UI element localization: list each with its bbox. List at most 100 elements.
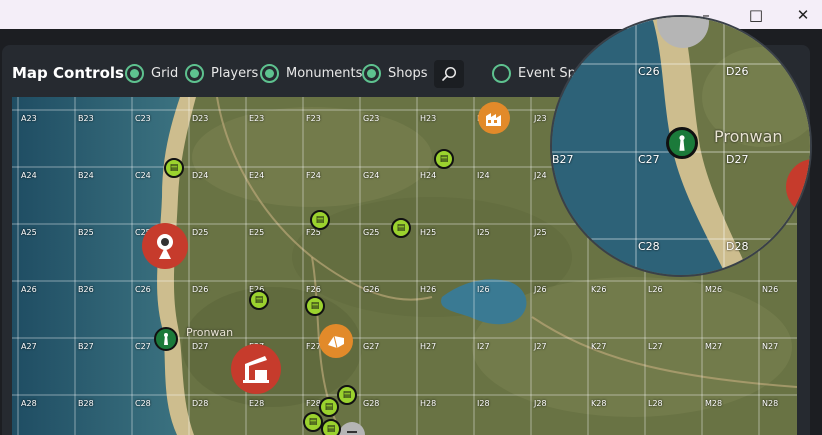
shop-marker[interactable]: ▤ xyxy=(391,218,411,238)
grid-cell-label: A25 xyxy=(21,228,37,237)
grid-cell-label: J26 xyxy=(534,285,547,294)
lighthouse-icon xyxy=(164,333,168,345)
shops-radio[interactable] xyxy=(362,63,381,83)
grid-label: Grid xyxy=(151,65,179,81)
grid-cell-label: G28 xyxy=(363,399,380,408)
grid-cell-label: E25 xyxy=(249,228,265,237)
grid-cell-label: F23 xyxy=(306,114,321,123)
grid-cell-label: E23 xyxy=(249,114,265,123)
grid-cell-label: B27 xyxy=(78,342,94,351)
event-spawns-radio[interactable] xyxy=(492,63,511,83)
grid-cell-label: E28 xyxy=(249,399,265,408)
grid-cell-label: K27 xyxy=(591,342,607,351)
shop-marker[interactable]: ▤ xyxy=(337,385,357,405)
grid-cell-label: I26 xyxy=(477,285,490,294)
search-button[interactable] xyxy=(434,60,464,88)
crane-icon xyxy=(243,356,269,383)
grid-cell-label: J24 xyxy=(534,171,547,180)
monument-harbor[interactable] xyxy=(231,344,281,394)
grid-cell-label: J23 xyxy=(534,114,547,123)
magnifier-grid-label: C28 xyxy=(638,240,660,253)
magnifier-grid-label: B27 xyxy=(552,153,574,166)
shop-marker[interactable]: ▤ xyxy=(321,419,341,435)
monuments-radio[interactable] xyxy=(260,63,279,83)
shop-marker[interactable]: ▤ xyxy=(303,412,323,432)
grid-cell-label: K28 xyxy=(591,399,607,408)
grid-cell-label: H28 xyxy=(420,399,437,408)
toggle-monuments[interactable]: Monuments xyxy=(260,63,362,83)
toggle-grid[interactable]: Grid xyxy=(125,63,178,83)
grid-cell-label: D27 xyxy=(192,342,209,351)
shop-icon: ▤ xyxy=(396,223,406,233)
shop-icon: ▤ xyxy=(254,295,264,305)
grid-cell-label: C27 xyxy=(135,342,151,351)
grid-cell-label: J28 xyxy=(534,399,547,408)
players-radio[interactable] xyxy=(185,63,204,83)
monument-quarry[interactable] xyxy=(319,324,353,358)
grid-cell-label: M28 xyxy=(705,399,723,408)
search-icon xyxy=(442,66,457,81)
shop-icon: ▤ xyxy=(342,390,352,400)
grid-cell-label: G26 xyxy=(363,285,380,294)
grid-cell-label: D25 xyxy=(192,228,209,237)
rail-icon xyxy=(347,431,357,433)
grid-cell-label: A26 xyxy=(21,285,37,294)
monument-lighthouse[interactable] xyxy=(154,327,178,351)
grid-cell-label: G27 xyxy=(363,342,380,351)
grid-radio[interactable] xyxy=(125,63,144,83)
grid-cell-label: B26 xyxy=(78,285,94,294)
shop-marker[interactable]: ▤ xyxy=(434,149,454,169)
grid-cell-label: D26 xyxy=(192,285,209,294)
shop-icon: ▤ xyxy=(326,424,336,434)
grid-cell-label: C24 xyxy=(135,171,151,180)
grid-cell-label: E24 xyxy=(249,171,265,180)
map-controls-title: Map Controls xyxy=(12,64,124,82)
grid-cell-label: I25 xyxy=(477,228,490,237)
shop-icon: ▤ xyxy=(324,402,334,412)
magnifier-grid-label: C27 xyxy=(638,153,660,166)
grid-cell-label: I27 xyxy=(477,342,490,351)
shop-icon: ▤ xyxy=(315,215,325,225)
shop-marker[interactable]: ▤ xyxy=(319,397,339,417)
shop-marker[interactable]: ▤ xyxy=(305,296,325,316)
grid-cell-label: D24 xyxy=(192,171,209,180)
players-label: Players xyxy=(211,65,259,81)
grid-cell-label: A23 xyxy=(21,114,37,123)
magnifier-grid-label: C26 xyxy=(638,65,660,78)
monument-factory[interactable] xyxy=(478,102,510,134)
grid-cell-label: J27 xyxy=(534,342,547,351)
grid-cell-label: C23 xyxy=(135,114,151,123)
magnifier-grid-label: D26 xyxy=(726,65,749,78)
grid-cell-label: K26 xyxy=(591,285,607,294)
grid-cell-label: B24 xyxy=(78,171,94,180)
shop-marker[interactable]: ▤ xyxy=(310,210,330,230)
toggle-players[interactable]: Players xyxy=(185,63,258,83)
grid-cell-label: F26 xyxy=(306,285,321,294)
magnified-lighthouse xyxy=(666,127,698,159)
grid-cell-label: B23 xyxy=(78,114,94,123)
grid-cell-label: L26 xyxy=(648,285,663,294)
grid-cell-label: G24 xyxy=(363,171,380,180)
grid-cell-label: J25 xyxy=(534,228,547,237)
grid-cell-label: N28 xyxy=(762,399,779,408)
grid-cell-label: C28 xyxy=(135,399,151,408)
grid-cell-label: G25 xyxy=(363,228,380,237)
toggle-shops[interactable]: Shops xyxy=(362,63,427,83)
shops-label: Shops xyxy=(388,65,428,81)
lighthouse-icon xyxy=(679,135,685,151)
grid-cell-label: H26 xyxy=(420,285,437,294)
shop-marker[interactable]: ▤ xyxy=(164,158,184,178)
town-label-pronwan: Pronwan xyxy=(186,326,234,339)
stone-icon xyxy=(328,335,344,349)
grid-cell-label: A28 xyxy=(21,399,37,408)
grid-cell-label: N26 xyxy=(762,285,779,294)
grid-cell-label: D28 xyxy=(192,399,209,408)
grid-cell-label: B28 xyxy=(78,399,94,408)
grid-cell-label: M26 xyxy=(705,285,723,294)
magnifier-grid-label: D27 xyxy=(726,153,749,166)
monument-radar[interactable] xyxy=(142,223,188,269)
shop-icon: ▤ xyxy=(439,154,449,164)
grid-cell-label: L27 xyxy=(648,342,663,351)
shop-marker[interactable]: ▤ xyxy=(249,290,269,310)
shop-icon: ▤ xyxy=(169,163,179,173)
